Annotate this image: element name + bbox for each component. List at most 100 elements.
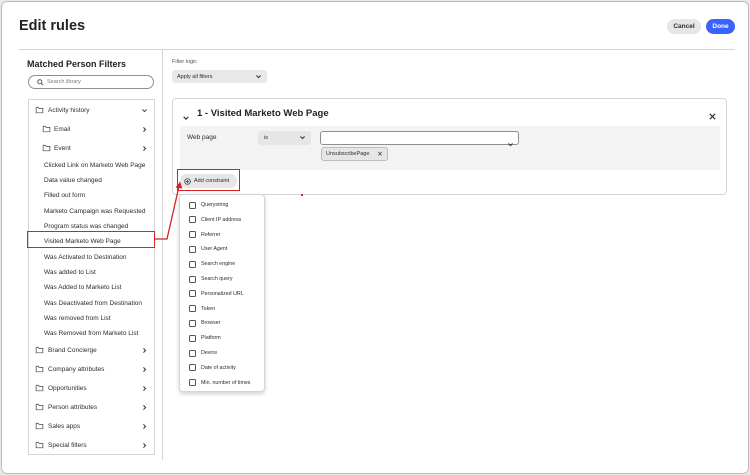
operator-select[interactable]: is [258, 131, 311, 145]
chevron-down-icon [507, 135, 514, 153]
rule-card: 1 - Visited Marketo Web Page Web page is… [172, 98, 727, 195]
checkbox-icon[interactable] [189, 201, 196, 209]
edit-rules-dialog: Edit rules Cancel Done Matched Person Fi… [1, 1, 749, 474]
tree-item-label: Filled out form [44, 192, 86, 199]
chevron-right-icon[interactable] [141, 423, 148, 430]
search-icon [37, 73, 44, 91]
chevron-right-icon[interactable] [141, 126, 148, 133]
checkbox-icon[interactable] [189, 275, 196, 283]
tree-folder[interactable]: Activity history [29, 103, 154, 118]
remove-tag-icon[interactable]: ✕ [377, 150, 382, 158]
constraint-option-label: Client IP address [201, 216, 242, 223]
chevron-right-icon[interactable] [141, 145, 148, 152]
constraint-option[interactable]: Referrer [189, 229, 263, 241]
tree-item[interactable]: Was Added to Marketo List [29, 280, 154, 295]
constraint-option[interactable]: Personalized URL [189, 288, 263, 300]
search-input[interactable] [47, 79, 147, 85]
tree-item-label: Was Deactivated from Destination [44, 300, 143, 307]
tree-item[interactable]: Data value changed [29, 173, 154, 188]
tree-item[interactable]: Was Deactivated from Destination [29, 296, 154, 311]
tree-item[interactable]: Was Removed from Marketo List [29, 326, 154, 341]
constraint-option[interactable]: Min. number of times [189, 377, 263, 389]
constraint-option[interactable]: Browser [189, 317, 263, 329]
tree-folder[interactable]: Event [29, 141, 154, 156]
constraint-option[interactable]: Client IP address [189, 214, 263, 226]
chevron-right-icon[interactable] [141, 366, 148, 373]
constraint-option[interactable]: Platform [189, 332, 263, 344]
constraint-option[interactable]: Device [189, 347, 263, 359]
filter-logic-value: Apply all filters [177, 73, 213, 80]
tree-item-label: Data value changed [44, 177, 102, 184]
folder-icon [35, 384, 44, 392]
value-tag-label: UnsubscribePage [326, 151, 370, 157]
operator-value: is [264, 135, 268, 141]
tree-folder[interactable]: Brand Concierge [29, 343, 154, 358]
checkbox-icon[interactable] [189, 349, 196, 357]
filters-panel-title: Matched Person Filters [27, 59, 127, 69]
constraint-option-label: Min. number of times [201, 379, 251, 386]
tree-folder[interactable]: Sales apps [29, 419, 154, 434]
tree-item-label: Activity history [48, 107, 90, 114]
tree-item-label: Person attributes [48, 404, 98, 411]
checkbox-icon[interactable] [189, 290, 196, 298]
checkbox-icon[interactable] [189, 334, 196, 342]
condition-field-label: Web page [187, 134, 217, 141]
constraint-option[interactable]: Search query [189, 273, 263, 285]
constraint-option[interactable]: Token [189, 303, 263, 315]
tree-item-label: Was added to List [44, 269, 96, 276]
tree-folder[interactable]: Email [29, 122, 154, 137]
checkbox-icon[interactable] [189, 260, 196, 268]
done-button[interactable]: Done [706, 19, 735, 34]
filter-tree: Activity history Email Event Clicked Link o… [28, 99, 155, 455]
chevron-right-icon[interactable] [141, 442, 148, 449]
condition-row: Web page is UnsubscribePage ✕ [180, 126, 720, 170]
constraint-option[interactable]: Querystring [189, 199, 263, 211]
filter-logic-select[interactable]: Apply all filters [172, 70, 267, 83]
chevron-right-icon[interactable] [141, 385, 148, 392]
constraint-option-label: Token [201, 305, 216, 312]
constraint-option[interactable]: Date of activity [189, 362, 263, 374]
chevron-right-icon[interactable] [141, 347, 148, 354]
checkbox-icon[interactable] [189, 379, 196, 387]
tree-folder[interactable]: Company attributes [29, 362, 154, 377]
chevron-down-icon [255, 73, 262, 82]
checkbox-icon[interactable] [189, 319, 196, 327]
value-select[interactable] [320, 131, 519, 147]
tree-folder[interactable]: Opportunities [29, 381, 154, 396]
tree-item[interactable]: Was removed from List [29, 311, 154, 326]
constraint-option[interactable]: Search engine [189, 258, 263, 270]
tree-item-label: Was Added to Marketo List [44, 284, 122, 291]
folder-icon [35, 365, 44, 373]
chevron-down-icon[interactable] [141, 107, 148, 114]
tree-item-label: Sales apps [48, 423, 81, 430]
chevron-right-icon[interactable] [141, 404, 148, 411]
checkbox-icon[interactable] [189, 305, 196, 313]
checkbox-icon[interactable] [189, 231, 196, 239]
rule-title: 1 - Visited Marketo Web Page [197, 108, 329, 119]
cancel-button[interactable]: Cancel [667, 19, 701, 34]
tree-folder[interactable]: Special filters [29, 438, 154, 453]
close-icon[interactable] [708, 108, 717, 126]
chevron-down-icon [299, 134, 306, 143]
constraint-option-label: Browser [201, 320, 221, 327]
constraint-option-label: Date of activity [201, 364, 236, 371]
tree-item[interactable]: Clicked Link on Marketo Web Page [29, 158, 154, 173]
constraint-menu: Querystring Client IP address Referrer User… [179, 194, 265, 392]
constraint-option[interactable]: User Agent [189, 243, 263, 255]
add-constraint-label: Add constraint [194, 178, 230, 184]
checkbox-icon[interactable] [189, 364, 196, 372]
tree-item[interactable]: Filled out form [29, 188, 154, 203]
add-constraint-button[interactable]: Add constraint [180, 174, 237, 188]
filter-logic-label: Filter logic [172, 59, 198, 65]
folder-icon [35, 106, 44, 114]
tree-folder[interactable]: Person attributes [29, 400, 154, 415]
folder-icon [35, 441, 44, 449]
checkbox-icon[interactable] [189, 245, 196, 253]
tree-item[interactable]: Marketo Campaign was Requested [29, 204, 154, 219]
search-field[interactable] [28, 75, 154, 89]
tree-item-label: Was Removed from Marketo List [44, 330, 139, 337]
tree-item[interactable]: Was added to List [29, 265, 154, 280]
chevron-down-icon[interactable] [182, 109, 190, 127]
tree-item[interactable]: Was Activated to Destination [29, 250, 154, 265]
checkbox-icon[interactable] [189, 216, 196, 224]
